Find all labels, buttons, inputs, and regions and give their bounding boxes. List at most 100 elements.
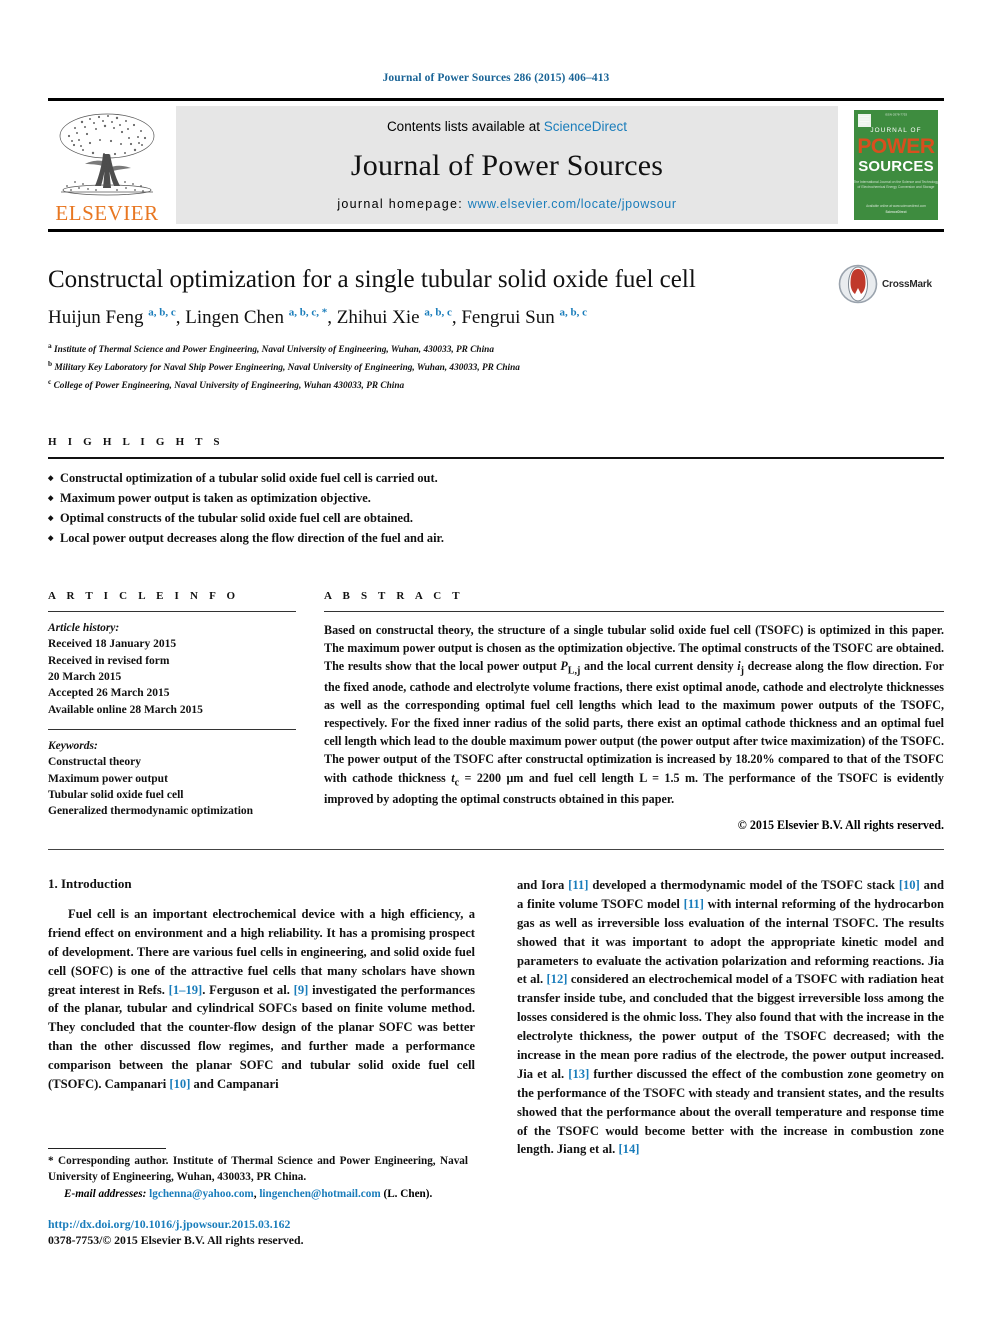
- svg-text:of Electrochemical Energy Conv: of Electrochemical Energy Conversion and…: [858, 185, 935, 189]
- crossmark-icon: [838, 264, 878, 304]
- author-affil-marks: a, b, c: [424, 306, 452, 319]
- svg-text:Available online at www.scienc: Available online at www.sciencedirect.co…: [866, 204, 926, 208]
- running-head: Journal of Power Sources 286 (2015) 406–…: [382, 72, 610, 84]
- intro-paragraph-left: Fuel cell is an important electrochemica…: [48, 905, 475, 1094]
- list-item: Optimal constructs of the tubular solid …: [48, 508, 944, 528]
- author-name: Zhihui Xie: [336, 306, 420, 328]
- info-abstract-section: A R T I C L E I N F O Article history: R…: [48, 590, 944, 833]
- intro-paragraph-right: and Iora [11] developed a thermodynamic …: [517, 876, 944, 1159]
- history-item: Received in revised form: [48, 654, 170, 667]
- journal-homepage-line: journal homepage: www.elsevier.com/locat…: [176, 197, 838, 211]
- author-name: Huijun Feng: [48, 306, 144, 328]
- author-affil-marks: a, b, c: [148, 306, 176, 319]
- footnote-block: * Corresponding author. Institute of The…: [48, 1148, 468, 1248]
- body-columns: 1. Introduction Fuel cell is an importan…: [48, 876, 944, 1159]
- highlights-list: Constructal optimization of a tubular so…: [48, 468, 944, 548]
- abstract-part-2: and the local current density: [580, 659, 738, 673]
- article-history-block: Article history: Received 18 January 201…: [48, 620, 296, 718]
- author-entry: Zhihui Xie a, b, c: [336, 306, 452, 328]
- citation-ref[interactable]: [11]: [684, 897, 704, 911]
- citation-ref[interactable]: [9]: [294, 983, 309, 997]
- keywords-divider: [48, 728, 296, 730]
- email-link-2[interactable]: lingenchen@hotmail.com: [259, 1188, 380, 1200]
- sciencedirect-link[interactable]: ScienceDirect: [544, 119, 627, 134]
- email-link-1[interactable]: lgchenna@yahoo.com: [149, 1188, 254, 1200]
- issn-copyright-line: 0378-7753/© 2015 Elsevier B.V. All right…: [48, 1233, 304, 1248]
- body-left-column: 1. Introduction Fuel cell is an importan…: [48, 876, 475, 1159]
- abstract-symbol-power: P: [560, 659, 568, 673]
- citation-ref[interactable]: [13]: [568, 1067, 589, 1081]
- homepage-url-link[interactable]: www.elsevier.com/locate/jpowsour: [468, 197, 677, 211]
- article-info-heading: A R T I C L E I N F O: [48, 589, 240, 602]
- homepage-label: journal homepage:: [337, 197, 468, 211]
- svg-text:ISSN 0378-7753: ISSN 0378-7753: [885, 113, 908, 117]
- author-entry: Lingen Chen a, b, c, *: [185, 306, 327, 328]
- highlights-heading: H I G H L I G H T S: [48, 435, 224, 448]
- abstract-part-3: decrease along the flow direction. For t…: [324, 659, 945, 785]
- text-run: and Campanari: [190, 1076, 279, 1091]
- svg-text:SOURCES: SOURCES: [858, 158, 934, 175]
- svg-text:The International Journal on t: The International Journal on the Science…: [853, 180, 939, 184]
- citation-ref[interactable]: [14]: [618, 1142, 639, 1156]
- affiliation-item: b Military Key Laboratory for Naval Ship…: [48, 358, 944, 376]
- citation-ref[interactable]: [10]: [899, 878, 920, 892]
- keywords-block: Keywords: Constructal theory Maximum pow…: [48, 738, 296, 820]
- abstract-heading: A B S T R A C T: [324, 589, 464, 602]
- keyword-item: Tubular solid oxide fuel cell: [48, 788, 184, 801]
- abstract-text: Based on constructal theory, the structu…: [324, 621, 944, 808]
- citation-ref[interactable]: [10]: [169, 1077, 190, 1091]
- footnote-rule: [48, 1148, 166, 1149]
- abstract-column: A B S T R A C T Based on constructal the…: [324, 590, 944, 833]
- affiliation-text: College of Power Engineering, Naval Univ…: [53, 380, 405, 391]
- abstract-copyright: © 2015 Elsevier B.V. All rights reserved…: [737, 817, 944, 832]
- text-run: developed a thermodynamic model of the T…: [588, 877, 899, 892]
- affiliation-item: a Institute of Thermal Science and Power…: [48, 340, 944, 358]
- corresponding-author-text: Corresponding author. Institute of Therm…: [48, 1155, 468, 1184]
- abstract-divider: [324, 610, 944, 612]
- affiliation-item: c College of Power Engineering, Naval Un…: [48, 376, 944, 394]
- crossmark-badge[interactable]: CrossMark: [838, 262, 944, 306]
- abstract-bottom-rule: [48, 848, 944, 850]
- abstract-symbol-power-sub: L,j: [567, 665, 581, 677]
- contents-prefix: Contents lists available at: [386, 119, 544, 134]
- keyword-item: Generalized thermodynamic optimization: [48, 805, 254, 818]
- title-block: Constructal optimization for a single tu…: [48, 264, 944, 394]
- corresponding-author-note: * Corresponding author. Institute of The…: [48, 1153, 468, 1185]
- contents-line: Contents lists available at ScienceDirec…: [176, 119, 838, 134]
- journal-cover-thumbnail: ISSN 0378-7753 JOURNAL OF POWER SOURCES …: [848, 106, 944, 224]
- list-item: Constructal optimization of a tubular so…: [48, 468, 944, 488]
- journal-cover-image: ISSN 0378-7753 JOURNAL OF POWER SOURCES …: [850, 106, 942, 224]
- text-run: . Ferguson et al.: [202, 982, 294, 997]
- history-item: Accepted 26 March 2015: [48, 687, 170, 700]
- keywords-label: Keywords:: [48, 739, 98, 752]
- crossmark-label: CrossMark: [882, 278, 932, 290]
- text-run: and Iora: [517, 877, 569, 892]
- affiliation-text: Institute of Thermal Science and Power E…: [54, 344, 494, 355]
- history-item: 20 March 2015: [48, 670, 122, 683]
- section-heading-introduction: 1. Introduction: [48, 875, 132, 891]
- svg-text:POWER: POWER: [857, 135, 935, 158]
- affiliation-list: a Institute of Thermal Science and Power…: [48, 340, 944, 394]
- author-affil-marks: a, b, c: [559, 306, 588, 319]
- elsevier-wordmark: ELSEVIER: [55, 201, 159, 225]
- citation-ref[interactable]: [11]: [568, 878, 588, 892]
- doi-link[interactable]: http://dx.doi.org/10.1016/j.jpowsour.201…: [48, 1217, 468, 1232]
- author-entry: Huijun Feng a, b, c: [48, 306, 176, 328]
- author-list: Huijun Feng a, b, c, Lingen Chen a, b, c…: [48, 306, 588, 328]
- masthead-center-band: Contents lists available at ScienceDirec…: [176, 106, 838, 224]
- article-info-divider: [48, 610, 296, 612]
- svg-text:JOURNAL OF: JOURNAL OF: [870, 127, 921, 134]
- page-title: Constructal optimization for a single tu…: [48, 266, 696, 293]
- citation-ref[interactable]: [1–19]: [169, 983, 203, 997]
- keyword-item: Constructal theory: [48, 756, 141, 769]
- article-info-column: A R T I C L E I N F O Article history: R…: [48, 590, 324, 833]
- affiliation-text: Military Key Laboratory for Naval Ship P…: [54, 362, 520, 373]
- paper-page: Journal of Power Sources 286 (2015) 406–…: [0, 0, 992, 1323]
- author-entry: Fengrui Sun a, b, c: [461, 306, 588, 327]
- svg-text:ScienceDirect: ScienceDirect: [885, 210, 907, 214]
- affiliation-mark: b: [48, 358, 53, 368]
- email-suffix: (L. Chen).: [380, 1188, 433, 1201]
- author-name: Lingen Chen: [185, 306, 284, 328]
- highlights-divider: [48, 456, 944, 459]
- citation-ref[interactable]: [12]: [546, 972, 567, 986]
